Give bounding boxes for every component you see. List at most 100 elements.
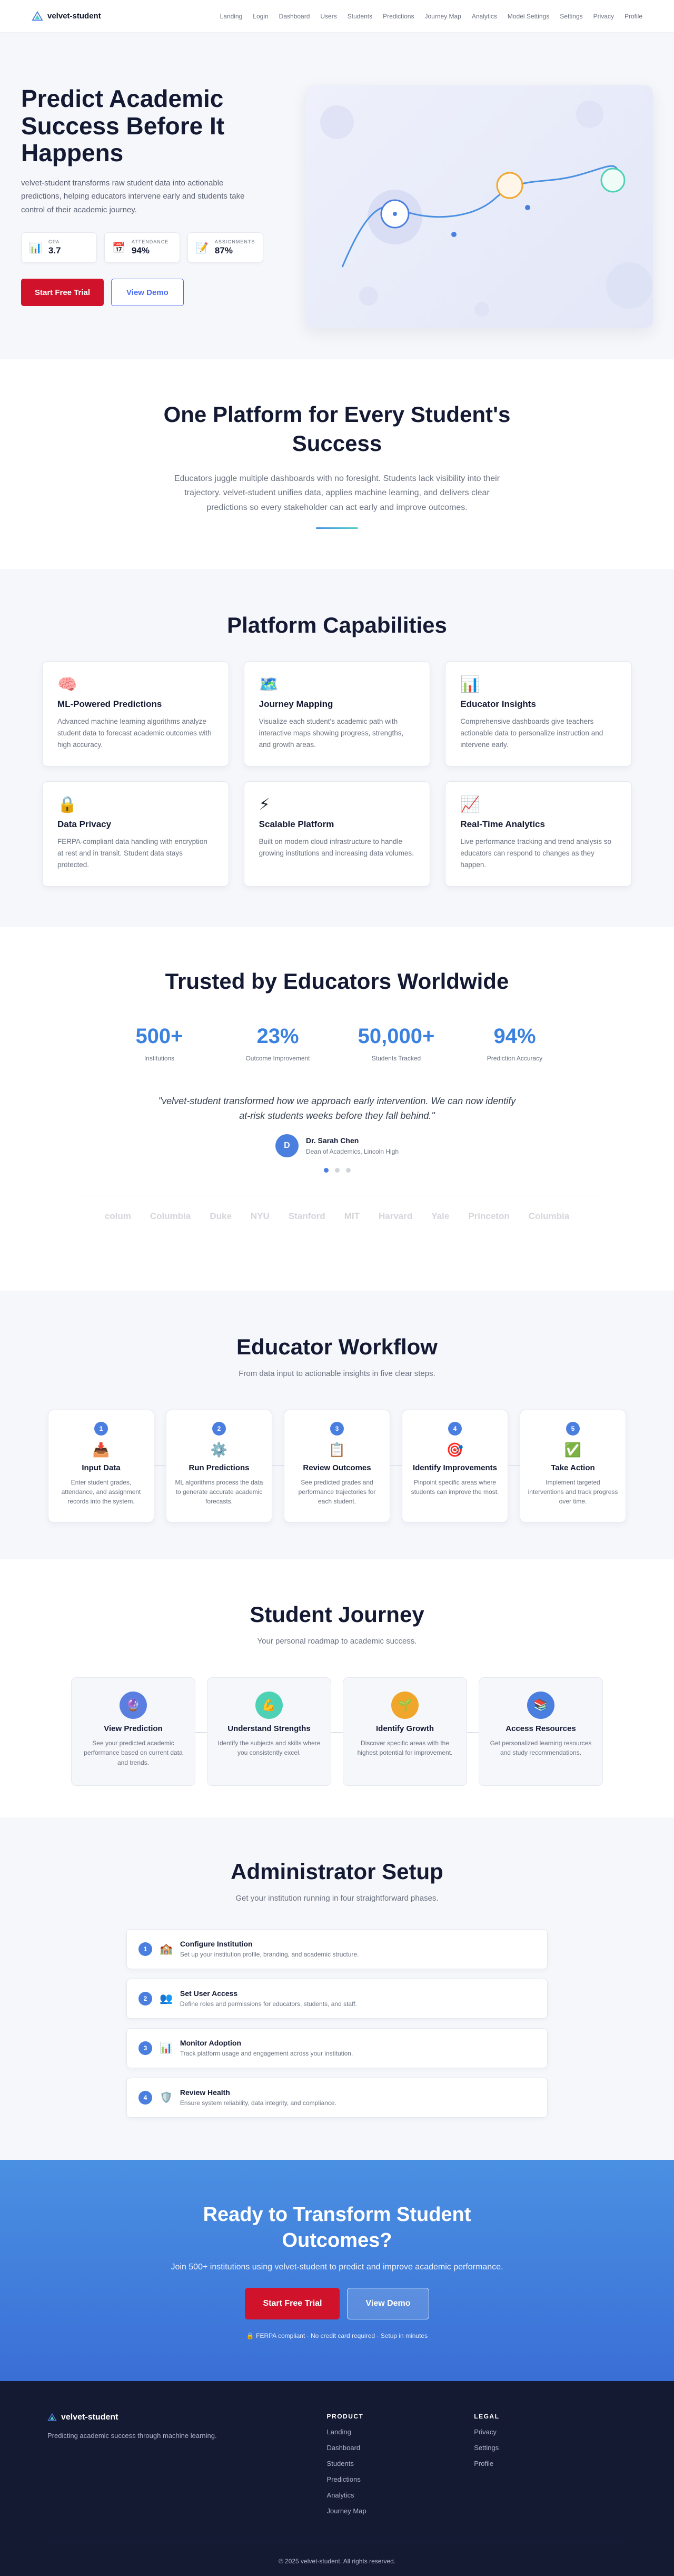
map-icon: 🗺️ [259, 675, 279, 693]
metric-label: Outcome Improvement [245, 1054, 310, 1062]
step-number: 1 [138, 1942, 152, 1956]
footer-logo[interactable]: velvet-student [47, 2413, 327, 2422]
author-role: Dean of Academics, Lincoln High [305, 1148, 399, 1156]
brand[interactable]: velvet-student [32, 11, 101, 22]
top-nav: velvet-student Landing Login Dashboard U… [0, 0, 674, 33]
capability-desc: Built on modern cloud infrastructure to … [259, 837, 414, 857]
journey-path-graphic [320, 101, 652, 317]
carousel-dot-2[interactable] [334, 1168, 340, 1173]
capability-desc: FERPA-compliant data handling with encry… [57, 837, 207, 869]
nav-login[interactable]: Login [253, 13, 268, 20]
step-connector [390, 1464, 402, 1466]
accent-divider [316, 527, 358, 529]
workflow-step-review-outcomes: 3 📋 Review Outcomes See predicted grades… [284, 1409, 402, 1522]
inbox-icon: 📥 [92, 1441, 110, 1458]
step-desc: Set up your institution profile, brandin… [180, 1951, 359, 1959]
nav-predictions[interactable]: Predictions [383, 13, 414, 20]
capabilities-section: Platform Capabilities 🧠 ML-Powered Predi… [0, 569, 674, 927]
capability-title: ML-Powered Predictions [57, 699, 162, 709]
target-icon: 🎯 [446, 1441, 464, 1458]
footer-link-students[interactable]: Students [327, 2460, 474, 2467]
admin-step-configure-institution: 1 🏫 Configure Institution Set up your in… [126, 1929, 548, 1969]
carousel-dot-1[interactable] [323, 1168, 329, 1173]
carousel-dot-3[interactable] [345, 1168, 351, 1173]
admin-steps: 1 🏫 Configure Institution Set up your in… [126, 1929, 548, 2118]
step-desc: See your predicted academic performance … [84, 1739, 183, 1766]
footer-legal-column: LEGAL Privacy Settings Profile [474, 2413, 621, 2515]
chart-icon: 📊 [29, 242, 42, 254]
hero-journey-illustration [305, 85, 653, 328]
step-title: Identify Growth [376, 1724, 434, 1733]
step-number: 2 [138, 1991, 152, 2005]
institution-logo: colum [104, 1211, 131, 1222]
capability-desc: Live performance tracking and trend anal… [460, 837, 611, 869]
copyright: © 2025 velvet-student. All rights reserv… [278, 2558, 396, 2565]
journey-step-view-prediction: 🔮 View Prediction See your predicted aca… [71, 1677, 207, 1786]
hero-stats: 📊 GPA 3.7 📅 ATTENDANCE 94% 📝 ASSIGNMENTS… [21, 232, 263, 263]
step-connector [508, 1464, 520, 1466]
step-number: 2 [212, 1421, 226, 1436]
footer-tagline: Predicting academic success through mach… [47, 2432, 217, 2440]
step-title: Review Health [180, 2088, 230, 2097]
stat-value: 87% [214, 245, 233, 256]
nav-students[interactable]: Students [348, 13, 372, 20]
footer-link-dashboard[interactable]: Dashboard [327, 2444, 474, 2452]
nav-model-settings[interactable]: Model Settings [508, 13, 549, 20]
hero-content: Predict Academic Success Before It Happe… [21, 85, 263, 359]
footer-legal-heading: LEGAL [474, 2413, 500, 2420]
nav-profile[interactable]: Profile [625, 13, 642, 20]
nav-landing[interactable]: Landing [220, 13, 243, 20]
cta-section: Ready to Transform Student Outcomes? Joi… [0, 2160, 674, 2381]
admin-step-review-health: 4 🛡️ Review Health Ensure system reliabi… [126, 2077, 548, 2118]
admin-step-set-user-access: 2 👥 Set User Access Define roles and per… [126, 1978, 548, 2019]
journey-step-identify-growth: 🌱 Identify Growth Discover specific area… [343, 1677, 479, 1786]
start-free-trial-button[interactable]: Start Free Trial [21, 279, 104, 307]
brand-name: velvet-student [47, 12, 101, 21]
capability-card-scalable-platform: ⚡ Scalable Platform Built on modern clou… [243, 781, 431, 887]
nav-journey-map[interactable]: Journey Map [424, 13, 461, 20]
footer-link-privacy[interactable]: Privacy [474, 2428, 621, 2436]
footer-link-analytics[interactable]: Analytics [327, 2491, 474, 2499]
metric-value: 500+ [135, 1024, 183, 1048]
nav-dashboard[interactable]: Dashboard [279, 13, 310, 20]
stat-card-attendance: 📅 ATTENDANCE 94% [104, 232, 180, 263]
step-connector [467, 1732, 479, 1733]
cta-start-free-trial-button[interactable]: Start Free Trial [245, 2287, 340, 2319]
capability-title: Real-Time Analytics [460, 819, 545, 829]
nav-users[interactable]: Users [320, 13, 336, 20]
footer-link-journey-map[interactable]: Journey Map [327, 2507, 474, 2515]
footer-link-settings[interactable]: Settings [474, 2444, 621, 2452]
nav-privacy[interactable]: Privacy [593, 13, 614, 20]
cta-view-demo-button[interactable]: View Demo [347, 2287, 429, 2319]
check-icon: ✅ [564, 1441, 582, 1458]
footer-link-landing[interactable]: Landing [327, 2428, 474, 2436]
metrics-row: 500+ Institutions 23% Outcome Improvemen… [0, 1025, 674, 1062]
capabilities-title: Platform Capabilities [227, 613, 447, 637]
workflow-step-identify-improvements: 4 🎯 Identify Improvements Pinpoint speci… [402, 1409, 520, 1522]
nav-settings[interactable]: Settings [560, 13, 582, 20]
view-demo-button[interactable]: View Demo [111, 279, 184, 307]
brain-icon: 🧠 [57, 675, 77, 693]
cta-buttons: Start Free Trial View Demo [0, 2287, 674, 2319]
capability-title: Data Privacy [57, 819, 112, 829]
shield-icon: 🛡️ [160, 2092, 173, 2104]
educator-workflow-section: Educator Workflow From data input to act… [0, 1291, 674, 1559]
nav-analytics[interactable]: Analytics [472, 13, 497, 20]
cta-subtitle: Join 500+ institutions using velvet-stud… [171, 2262, 503, 2272]
institution-logo: Columbia [150, 1211, 191, 1222]
workflow-title: Educator Workflow [236, 1334, 438, 1359]
footer-grid: velvet-student Predicting academic succe… [47, 2413, 621, 2515]
capability-card-data-privacy: 🔒 Data Privacy FERPA-compliant data hand… [42, 781, 229, 887]
footer-link-predictions[interactable]: Predictions [327, 2475, 474, 2483]
unified-body: Educators juggle multiple dashboards wit… [174, 474, 500, 512]
step-title: Set User Access [180, 1989, 238, 1998]
metric-prediction-accuracy: 94% Prediction Accuracy [455, 1025, 574, 1062]
step-desc: Enter student grades, attendance, and as… [61, 1478, 141, 1505]
step-desc: See predicted grades and performance tra… [298, 1478, 376, 1505]
institution-logo: MIT [344, 1211, 360, 1222]
journey-steps: 🔮 View Prediction See your predicted aca… [0, 1677, 674, 1786]
footer-link-profile[interactable]: Profile [474, 2460, 621, 2467]
step-desc: ML algorithms process the data to genera… [175, 1478, 263, 1505]
seedling-icon: 🌱 [391, 1691, 419, 1719]
step-title: Understand Strengths [227, 1724, 311, 1733]
